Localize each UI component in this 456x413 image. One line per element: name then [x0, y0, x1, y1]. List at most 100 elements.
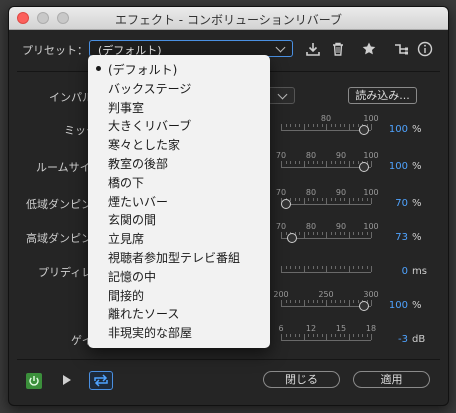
param-unit: dB: [412, 334, 426, 345]
slider-tick: [299, 266, 300, 269]
slider-track[interactable]: [281, 204, 371, 205]
slider-scale-label: 200: [273, 290, 289, 299]
loop-toggle[interactable]: [89, 371, 113, 390]
slider-tick: [317, 232, 318, 235]
slider-tick: [299, 334, 300, 337]
power-toggle[interactable]: [26, 373, 42, 389]
star-icon[interactable]: [361, 41, 377, 57]
close-button[interactable]: 閉じる: [263, 371, 340, 388]
slider-tick: [344, 300, 345, 303]
slider-tick: [285, 300, 287, 303]
slider-tick: [330, 266, 332, 269]
slider-tick: [335, 198, 336, 201]
slider-knob[interactable]: [286, 233, 297, 243]
impulse-select[interactable]: [267, 87, 295, 104]
slider-tick: [290, 266, 291, 269]
slider-scale-label: 12: [305, 324, 317, 333]
impulse-label: インパル: [49, 91, 93, 104]
slider-track[interactable]: [281, 340, 371, 341]
param-unit: %: [412, 161, 422, 172]
param-value[interactable]: 100: [389, 300, 408, 311]
param-value[interactable]: -3: [398, 334, 408, 345]
slider-tick: [335, 300, 336, 303]
preset-menu-item[interactable]: 煙たいバー: [88, 191, 270, 209]
slider-tick: [317, 334, 318, 337]
slider-tick: [353, 232, 354, 235]
param-label: プリディレ: [38, 266, 93, 279]
slider-tick: [321, 161, 323, 164]
slider-scale-label: 250: [318, 290, 334, 299]
slider-knob[interactable]: [358, 125, 369, 135]
slider-tick: [371, 266, 372, 272]
preset-menu-item[interactable]: 玄関の間: [88, 209, 270, 227]
slider-tick: [330, 232, 332, 235]
slider-track[interactable]: [281, 167, 371, 168]
slider-scale-label: 100: [363, 114, 379, 123]
slider-scale-label: 70: [275, 222, 287, 231]
preset-menu-item[interactable]: 教室の後部: [88, 153, 270, 171]
load-impulse-button[interactable]: 読み込み...: [348, 87, 417, 104]
preset-menu-item[interactable]: 記憶の中: [88, 266, 270, 284]
slider-tick: [330, 161, 332, 164]
slider-tick: [330, 300, 332, 303]
preset-menu-item[interactable]: 視聴者参加型テレビ番組: [88, 247, 270, 265]
download-icon[interactable]: [305, 41, 321, 57]
preset-menu-item-label: 教室の後部: [108, 157, 169, 171]
power-icon: [29, 376, 39, 386]
slider-track[interactable]: [281, 130, 371, 131]
apply-button[interactable]: 適用: [353, 371, 430, 388]
slider-tick: [339, 124, 341, 127]
param-value[interactable]: 100: [389, 124, 408, 135]
param-label: ルームサイ: [36, 161, 91, 174]
slider-scale-label: 300: [363, 290, 379, 299]
slider-tick: [371, 232, 372, 238]
slider-tick: [366, 232, 368, 235]
param-value[interactable]: 70: [395, 198, 408, 209]
preset-menu-item[interactable]: 間接的: [88, 285, 270, 303]
play-icon[interactable]: [63, 375, 71, 385]
slider-tick: [362, 266, 363, 269]
preset-menu-item[interactable]: 判事室: [88, 97, 270, 115]
preset-menu-item-label: 煙たいバー: [108, 194, 169, 209]
slider-tick: [344, 334, 345, 337]
info-icon[interactable]: [417, 41, 433, 57]
slider-tick: [317, 161, 318, 164]
slider-knob[interactable]: [280, 199, 291, 209]
slider-tick: [308, 232, 309, 235]
slider-tick: [335, 266, 336, 269]
preset-menu-item[interactable]: 橋の下: [88, 172, 270, 190]
preset-menu-item[interactable]: 離れたソース: [88, 303, 270, 321]
preset-menu-item[interactable]: 大きくリバーブ: [88, 115, 270, 133]
preset-menu-item[interactable]: バックステージ: [88, 78, 270, 96]
trash-icon[interactable]: [330, 41, 346, 57]
slider-scale-label: 80: [305, 151, 317, 160]
preset-menu-item[interactable]: 非現実的な部屋: [88, 322, 270, 340]
window-title: エフェクト - コンボリューションリバーブ: [114, 13, 342, 27]
slider-knob[interactable]: [358, 301, 369, 311]
slider-tick: [285, 232, 287, 235]
slider-tick: [371, 300, 372, 306]
slider-tick: [362, 198, 363, 201]
param-value[interactable]: 100: [389, 161, 408, 172]
slider-tick: [353, 198, 354, 201]
slider-tick: [308, 266, 309, 269]
preset-menu-item-label: バックステージ: [108, 81, 192, 96]
slider-tick: [344, 198, 345, 201]
slider-tick: [321, 232, 323, 235]
routing-icon[interactable]: [393, 41, 409, 57]
preset-menu-item[interactable]: 寒々とした家: [88, 134, 270, 152]
param-value[interactable]: 0: [402, 266, 408, 277]
selected-bullet-icon: [96, 66, 101, 71]
slider-scale-label: 80: [305, 222, 317, 231]
preset-menu-item[interactable]: 立見席: [88, 228, 270, 246]
slider-scale-label: 70: [275, 151, 287, 160]
slider-track[interactable]: [281, 272, 371, 273]
slider-tick: [294, 300, 296, 303]
preset-menu-item[interactable]: (デフォルト): [88, 59, 270, 77]
slider-knob[interactable]: [358, 162, 369, 172]
preset-dropdown-menu: (デフォルト) バックステージ 判事室 大きくリバーブ 寒々とした家教室の後部 橋の下煙た…: [88, 55, 270, 348]
slider-tick: [339, 300, 341, 303]
param-value[interactable]: 73: [395, 232, 408, 243]
slider-scale-label: 90: [335, 188, 347, 197]
slider-track[interactable]: [281, 306, 371, 307]
